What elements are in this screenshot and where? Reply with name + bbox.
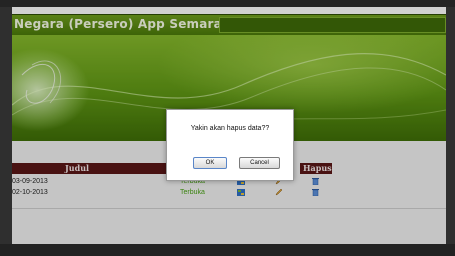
dialog-message: Yakin akan hapus data?? xyxy=(190,125,270,132)
cancel-button[interactable]: Cancel xyxy=(239,157,280,169)
ok-button[interactable]: OK xyxy=(193,157,227,169)
confirm-dialog: Yakin akan hapus data?? OK Cancel xyxy=(166,109,294,181)
browser-screen: Negara (Persero) App Semarang Judul Hapu… xyxy=(0,0,455,256)
